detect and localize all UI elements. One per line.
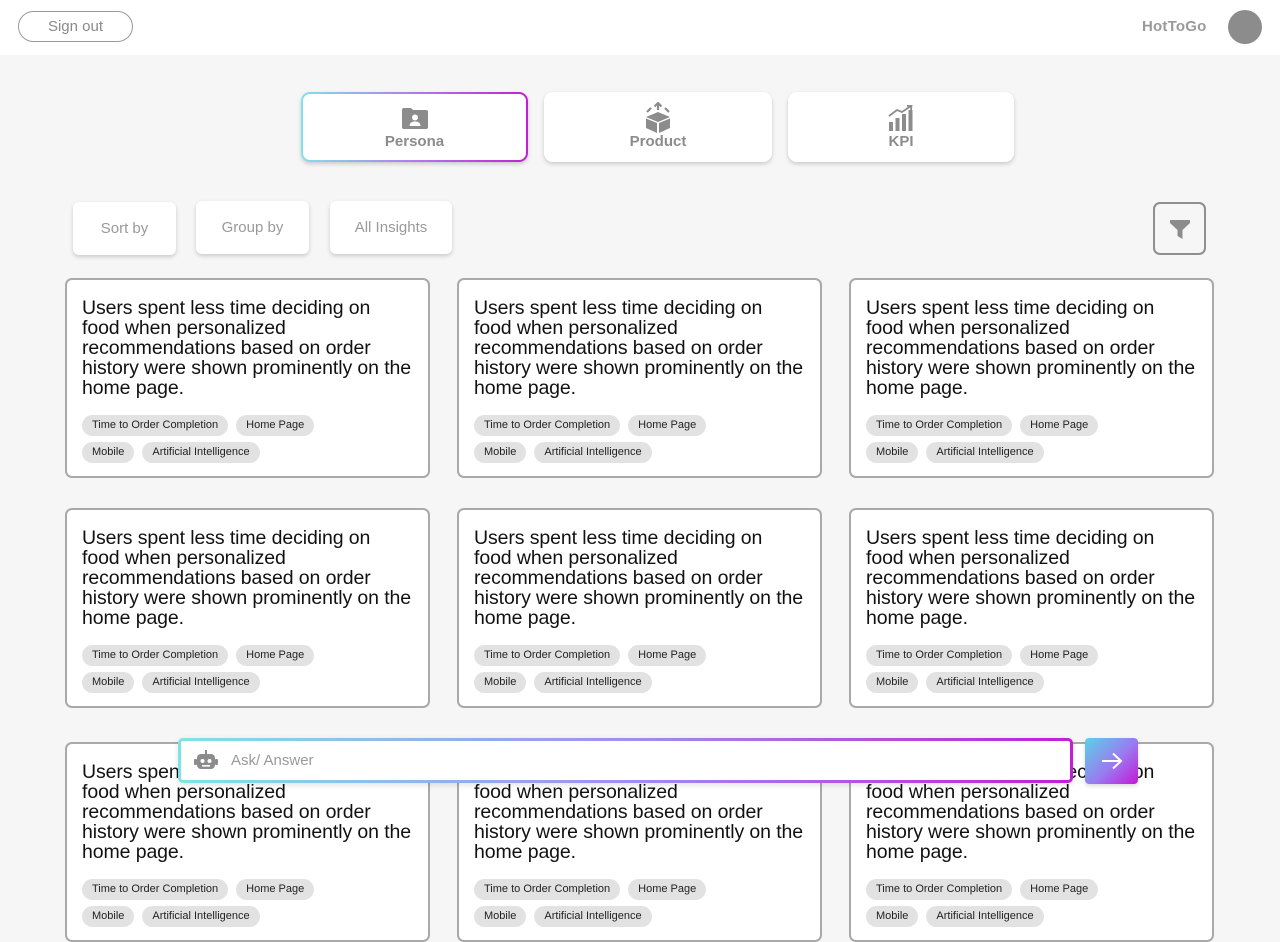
robot-icon [193, 748, 219, 774]
tag-chip[interactable]: Home Page [236, 879, 315, 900]
tag-chip[interactable]: Home Page [236, 645, 315, 666]
tag-chip[interactable]: Home Page [1020, 415, 1099, 436]
tag-chip[interactable]: Time to Order Completion [866, 415, 1013, 436]
tag-chip[interactable]: Time to Order Completion [82, 879, 229, 900]
top-header: Sign out HotToGo [0, 0, 1280, 55]
insight-card[interactable]: Users spent less time deciding on food w… [849, 278, 1214, 478]
tag-list: Time to Order Completion Home Page Mobile A… [474, 879, 774, 933]
tag-chip[interactable]: Home Page [1020, 879, 1099, 900]
tag-chip[interactable]: Artificial Intelligence [926, 442, 1044, 463]
insight-text: Users spent less time deciding on food w… [82, 297, 412, 399]
filter-button[interactable] [1153, 202, 1206, 255]
tag-chip[interactable]: Time to Order Completion [474, 415, 621, 436]
tab-label: Persona [384, 133, 445, 150]
tag-chip[interactable]: Time to Order Completion [82, 415, 229, 436]
tag-chip[interactable]: Time to Order Completion [866, 879, 1013, 900]
insight-card[interactable]: Users spent less time deciding on food w… [457, 278, 822, 478]
kpi-chart-icon [888, 103, 914, 133]
tag-chip[interactable]: Time to Order Completion [82, 645, 229, 666]
sort-by-button[interactable]: Sort by [73, 202, 176, 255]
funnel-icon [1169, 219, 1190, 239]
tag-chip[interactable]: Artificial Intelligence [926, 906, 1044, 927]
tag-chip[interactable]: Home Page [236, 415, 315, 436]
tag-list: Time to Order Completion Home Page Mobile A… [866, 415, 1166, 469]
brand-name: HotToGo [1142, 18, 1207, 35]
insight-card[interactable]: Users spent less time deciding on food w… [849, 508, 1214, 708]
tag-chip[interactable]: Mobile [866, 442, 919, 463]
insight-text: Users spent less time deciding on food w… [474, 527, 804, 629]
tab-product[interactable]: Product [544, 92, 772, 162]
tag-chip[interactable]: Time to Order Completion [474, 879, 621, 900]
avatar[interactable] [1228, 10, 1262, 44]
tag-chip[interactable]: Mobile [866, 906, 919, 927]
arrow-right-icon [1101, 752, 1122, 770]
insight-text: Users spent less time deciding on food w… [866, 527, 1196, 629]
tag-chip[interactable]: Mobile [474, 672, 527, 693]
tag-chip[interactable]: Home Page [628, 645, 707, 666]
tag-chip[interactable]: Artificial Intelligence [534, 672, 652, 693]
tab-label: KPI [888, 133, 914, 150]
tag-chip[interactable]: Mobile [82, 672, 135, 693]
tag-chip[interactable]: Artificial Intelligence [534, 906, 652, 927]
tag-chip[interactable]: Home Page [1020, 645, 1099, 666]
tag-chip[interactable]: Artificial Intelligence [926, 672, 1044, 693]
tag-list: Time to Order Completion Home Page Mobile A… [82, 645, 382, 699]
tag-chip[interactable]: Home Page [628, 415, 707, 436]
tag-chip[interactable]: Artificial Intelligence [534, 442, 652, 463]
tag-list: Time to Order Completion Home Page Mobile A… [866, 879, 1166, 933]
tag-list: Time to Order Completion Home Page Mobile A… [82, 415, 382, 469]
tag-chip[interactable]: Mobile [474, 906, 527, 927]
tab-kpi[interactable]: KPI [788, 92, 1014, 162]
tag-chip[interactable]: Mobile [82, 442, 135, 463]
sign-out-button[interactable]: Sign out [18, 11, 133, 42]
tag-list: Time to Order Completion Home Page Mobile A… [474, 415, 774, 469]
tag-chip[interactable]: Artificial Intelligence [142, 672, 260, 693]
tag-chip[interactable]: Artificial Intelligence [142, 906, 260, 927]
product-box-icon [642, 102, 674, 133]
insight-text: Users spent less time deciding on food w… [866, 297, 1196, 399]
tag-chip[interactable]: Mobile [82, 906, 135, 927]
chat-bar [178, 738, 1073, 783]
tag-list: Time to Order Completion Home Page Mobile A… [474, 645, 774, 699]
all-insights-button[interactable]: All Insights [330, 201, 452, 254]
insight-text: Users spent less time deciding on food w… [82, 527, 412, 629]
insight-card[interactable]: Users spent less time deciding on food w… [65, 508, 430, 708]
tag-chip[interactable]: Mobile [866, 672, 919, 693]
persona-folder-icon [401, 103, 429, 133]
send-button[interactable] [1085, 738, 1138, 784]
tag-chip[interactable]: Artificial Intelligence [142, 442, 260, 463]
insight-card[interactable]: Users spent less time deciding on food w… [457, 508, 822, 708]
tab-persona[interactable]: Persona [301, 92, 528, 162]
tag-chip[interactable]: Time to Order Completion [866, 645, 1013, 666]
group-by-button[interactable]: Group by [196, 201, 309, 254]
tag-chip[interactable]: Home Page [628, 879, 707, 900]
tag-list: Time to Order Completion Home Page Mobile A… [866, 645, 1166, 699]
ask-answer-input[interactable] [229, 751, 1013, 770]
tag-chip[interactable]: Mobile [474, 442, 527, 463]
tag-list: Time to Order Completion Home Page Mobile A… [82, 879, 382, 933]
tag-chip[interactable]: Time to Order Completion [474, 645, 621, 666]
insight-card[interactable]: Users spent less time deciding on food w… [65, 278, 430, 478]
insight-text: Users spent less time deciding on food w… [474, 297, 804, 399]
tab-label: Product [629, 133, 687, 150]
